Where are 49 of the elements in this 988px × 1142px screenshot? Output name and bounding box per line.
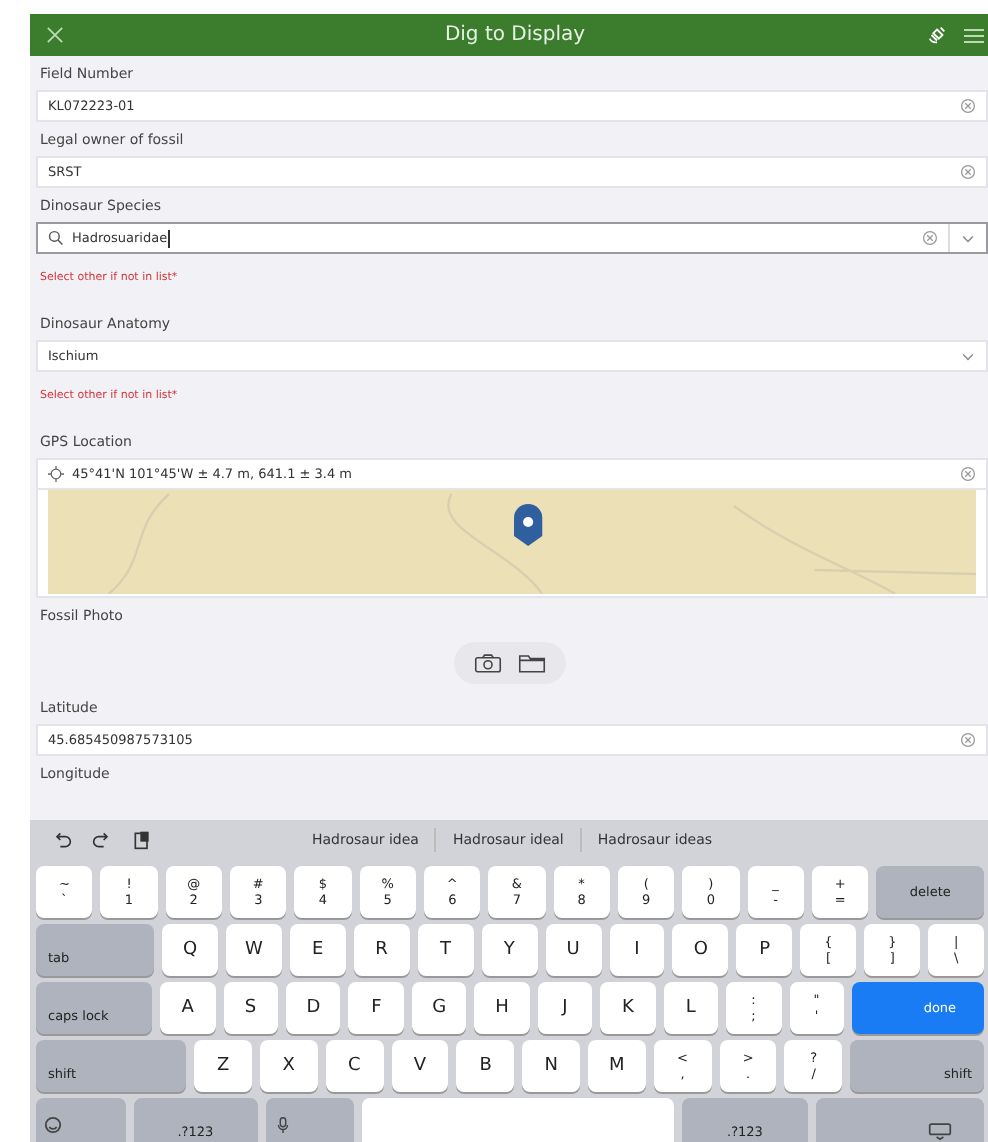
- keyboard-key[interactable]: L: [663, 982, 719, 1034]
- keyboard-key[interactable]: W: [225, 924, 282, 976]
- keyboard-key[interactable]: T: [417, 924, 474, 976]
- keyboard-key[interactable]: S: [223, 982, 278, 1034]
- keyboard-key[interactable]: D: [286, 982, 341, 1034]
- keyboard-key[interactable]: O: [672, 924, 729, 976]
- keyboard-key[interactable]: N: [522, 1040, 581, 1092]
- folder-icon[interactable]: [517, 652, 545, 674]
- clear-icon[interactable]: [960, 164, 976, 180]
- crosshair-icon: [48, 466, 64, 482]
- menu-icon[interactable]: [964, 25, 984, 45]
- text-cursor: [167, 229, 170, 247]
- camera-icon[interactable]: [473, 652, 501, 674]
- keyboard-key[interactable]: V: [391, 1040, 449, 1092]
- emoji-key[interactable]: [36, 1098, 126, 1142]
- undo-icon[interactable]: [52, 830, 72, 850]
- keyboard-key[interactable]: B: [456, 1040, 515, 1092]
- clear-icon[interactable]: [960, 466, 976, 482]
- close-icon[interactable]: [46, 26, 64, 44]
- keyboard-key[interactable]: C: [325, 1040, 384, 1092]
- app-title: Dig to Display: [442, 24, 588, 46]
- microphone-key[interactable]: [265, 1098, 355, 1142]
- keyboard-key[interactable]: H: [474, 982, 530, 1034]
- keyboard-key[interactable]: M: [588, 1040, 646, 1092]
- keyboard-key[interactable]: G: [411, 982, 467, 1034]
- smiley-icon: [44, 1115, 62, 1133]
- chevron-down-icon[interactable]: [960, 233, 976, 243]
- keyboard-key[interactable]: U: [545, 924, 601, 976]
- keyboard-key[interactable]: Y: [481, 924, 538, 976]
- keyboard-key[interactable]: K: [600, 982, 656, 1034]
- chevron-down-icon[interactable]: [960, 351, 976, 361]
- redo-icon[interactable]: [92, 830, 112, 850]
- keyboard-key[interactable]: E: [289, 924, 346, 976]
- keyboard-key[interactable]: R: [353, 924, 410, 976]
- keyboard-key[interactable]: Z: [194, 1040, 252, 1092]
- keyboard-key[interactable]: J: [537, 982, 593, 1034]
- keyboard-key[interactable]: A: [160, 982, 216, 1034]
- paste-icon[interactable]: [132, 830, 152, 850]
- search-icon: [48, 230, 64, 246]
- keyboard-icon: [928, 1122, 953, 1140]
- clear-icon[interactable]: [960, 98, 976, 114]
- keyboard-key[interactable]: P: [736, 924, 793, 976]
- microphone-icon: [273, 1115, 292, 1133]
- keyboard-key[interactable]: Q: [162, 924, 218, 976]
- clear-icon[interactable]: [960, 732, 976, 748]
- clear-icon[interactable]: [922, 230, 938, 246]
- keyboard-key[interactable]: F: [348, 982, 404, 1034]
- keyboard-key[interactable]: X: [259, 1040, 318, 1092]
- keyboard-key[interactable]: I: [609, 924, 665, 976]
